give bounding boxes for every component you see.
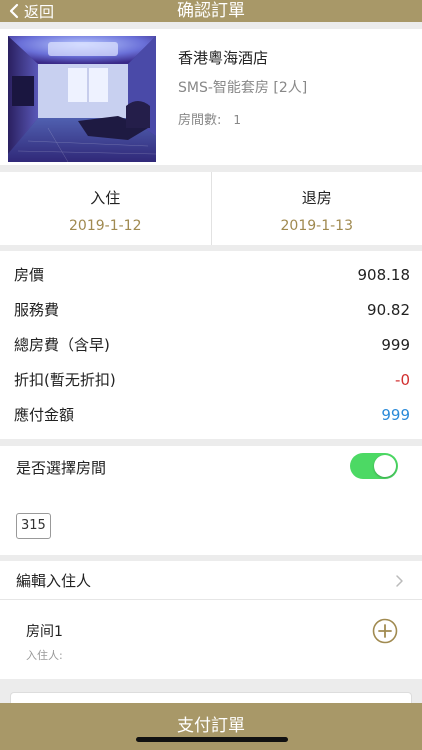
- checkin-date-section[interactable]: 入住 2019-1-12: [0, 172, 211, 245]
- price-value: 999: [381, 335, 410, 354]
- hotel-name: 香港粵海酒店: [178, 49, 269, 67]
- price-label: 服務費: [14, 301, 60, 319]
- room-selection-label: 是否選擇房間: [16, 459, 107, 477]
- stay-dates: 入住 2019-1-12 退房 2019-1-13: [0, 172, 422, 245]
- nav-bar: 返回 确認訂單: [0, 0, 422, 22]
- price-label: 折扣(暫无折扣): [14, 371, 116, 389]
- toggle-knob: [374, 455, 396, 477]
- checkin-label: 入住: [90, 189, 121, 207]
- price-breakdown: 房價 908.18 服務費 90.82 總房費（含早) 999 折扣(暫无折扣)…: [0, 251, 422, 439]
- room-selection-toggle[interactable]: [350, 453, 398, 479]
- hotel-card: 香港粵海酒店 SMS-智能套房 [2人] 房間數: 1: [0, 29, 422, 165]
- checkin-date: 2019-1-12: [69, 218, 142, 234]
- room-price-row: 房價 908.18: [0, 257, 422, 292]
- guest-room-label: 房间1: [26, 624, 63, 640]
- room-count-value: 1: [233, 113, 242, 127]
- service-fee-row: 服務費 90.82: [0, 292, 422, 327]
- home-indicator: [136, 737, 288, 742]
- price-label: 總房費（含早): [14, 336, 110, 354]
- room-count: 房間數: 1: [178, 109, 241, 128]
- checkout-label: 退房: [301, 189, 332, 207]
- pay-order-button[interactable]: 支付訂單: [0, 703, 422, 750]
- room-type: SMS-智能套房 [2人]: [178, 80, 308, 96]
- hotel-room-photo: [8, 36, 156, 162]
- amount-due-row: 應付金額 999: [0, 397, 422, 432]
- price-label: 應付金額: [14, 406, 75, 424]
- room-count-label: 房間數:: [178, 113, 222, 128]
- guest-name-label: 入住人:: [26, 649, 63, 662]
- checkout-date-section[interactable]: 退房 2019-1-13: [210, 172, 422, 245]
- edit-guests-row[interactable]: 編輯入住人: [0, 561, 422, 600]
- amount-due-value: 999: [381, 405, 410, 424]
- guest-section: 編輯入住人 房间1 入住人:: [0, 561, 422, 679]
- chevron-right-icon: [396, 575, 403, 587]
- discount-row: 折扣(暫无折扣) -0: [0, 362, 422, 397]
- discount-value: -0: [395, 370, 410, 389]
- price-label: 房價: [14, 266, 45, 284]
- edit-guests-label: 編輯入住人: [16, 572, 92, 590]
- total-room-fee-row: 總房費（含早) 999: [0, 327, 422, 362]
- room-number-chip[interactable]: 315: [16, 513, 51, 539]
- price-value: 90.82: [367, 300, 410, 319]
- price-value: 908.18: [357, 265, 411, 284]
- page-title: 确認訂單: [177, 1, 245, 21]
- add-guest-icon[interactable]: [372, 618, 398, 644]
- checkout-date: 2019-1-13: [280, 218, 353, 234]
